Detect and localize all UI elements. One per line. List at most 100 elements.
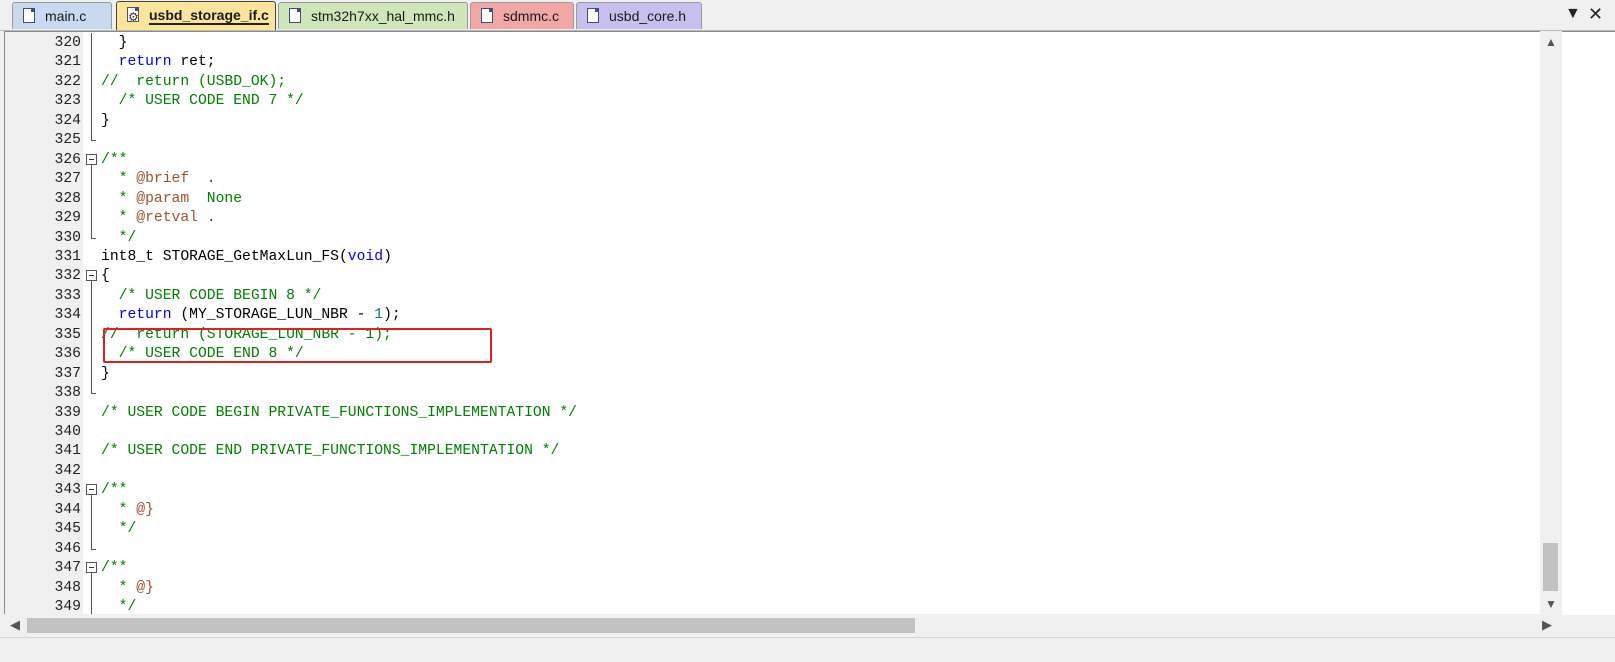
code-line[interactable]: 320 } — [5, 33, 1590, 53]
code-line[interactable]: 341 /* USER CODE END PRIVATE_FUNCTIONS_IM… — [5, 441, 1590, 461]
code-text: /* USER CODE BEGIN PRIVATE_FUNCTIONS_IMP… — [101, 403, 577, 423]
code-token: @} — [136, 579, 154, 596]
code-line[interactable]: 328 * @param None — [5, 188, 1590, 209]
line-number: 348 — [54, 579, 81, 596]
code-token: @retval — [136, 210, 198, 227]
fold-collapse-icon[interactable] — [85, 150, 99, 170]
line-number: 347 — [54, 560, 81, 577]
close-tab-icon[interactable]: ✕ — [1588, 5, 1603, 23]
line-number: 349 — [54, 599, 81, 615]
code-text: * @} — [101, 578, 154, 598]
fold-guide — [85, 461, 99, 481]
tab-label: stm32h7xx_hal_mmc.h — [311, 8, 455, 24]
horizontal-scrollbar[interactable]: ◀ ▶ — [4, 614, 1562, 636]
tab-list-dropdown-icon[interactable]: ▼ — [1565, 5, 1581, 23]
code-line[interactable]: 340 — [5, 422, 1590, 442]
line-number: 334 — [54, 307, 81, 324]
file-icon — [481, 8, 493, 23]
code-text: } — [101, 364, 110, 384]
code-line[interactable]: 322 // return (USBD_OK); — [5, 71, 1590, 92]
code-line[interactable]: 333 /* USER CODE BEGIN 8 */ — [5, 285, 1590, 306]
line-number: 336 — [54, 346, 81, 363]
code-token: ret; — [171, 54, 216, 71]
code-text: /* USER CODE END 7 */ — [101, 91, 304, 111]
code-line[interactable]: 332 { — [5, 266, 1590, 287]
code-line[interactable]: 325 — [5, 130, 1590, 150]
code-token: */ — [101, 229, 137, 246]
code-token: * — [101, 579, 137, 596]
scroll-up-arrow-icon[interactable]: ▲ — [1545, 35, 1557, 49]
tab-main-c[interactable]: main.c — [12, 2, 112, 29]
scroll-down-arrow-icon[interactable]: ▼ — [1545, 597, 1557, 611]
code-token: ) — [383, 248, 392, 265]
code-line[interactable]: 345 */ — [5, 519, 1590, 540]
code-token: } — [101, 112, 110, 129]
vertical-scroll-thumb[interactable] — [1543, 543, 1558, 591]
code-line[interactable]: 337} — [5, 363, 1590, 384]
code-line[interactable]: 321 return ret; — [5, 52, 1590, 73]
tab-usbd-storage-if-c[interactable]: ⚙ usbd_storage_if.c — [116, 1, 276, 30]
code-line[interactable]: 348 * @} — [5, 577, 1590, 598]
file-icon — [587, 8, 599, 23]
line-number: 337 — [54, 365, 81, 382]
code-text: * @param None — [101, 189, 242, 209]
code-token: /** — [101, 482, 128, 499]
code-line[interactable]: 334 return (MY_STORAGE_LUN_NBR - 1); — [5, 305, 1590, 326]
fold-guide — [85, 33, 99, 53]
code-token: */ — [101, 521, 137, 538]
line-number: 341 — [54, 443, 81, 460]
horizontal-scroll-thumb[interactable] — [27, 618, 915, 633]
tab-label: main.c — [45, 8, 87, 24]
scroll-left-arrow-icon[interactable]: ◀ — [10, 617, 20, 633]
code-token: * — [101, 171, 137, 188]
tab-stm32h7xx-hal-mmc-h[interactable]: stm32h7xx_hal_mmc.h — [278, 2, 468, 29]
line-number: 332 — [54, 268, 81, 285]
code-line[interactable]: 346 — [5, 538, 1590, 559]
code-line[interactable]: 326 /** — [5, 150, 1590, 170]
tab-sdmmc-c[interactable]: sdmmc.c — [470, 2, 574, 29]
code-line[interactable]: 327 * @brief . — [5, 169, 1590, 190]
scroll-right-arrow-icon[interactable]: ▶ — [1542, 617, 1552, 633]
code-line[interactable]: 331 int8_t STORAGE_GetMaxLun_FS(void) — [5, 247, 1590, 267]
fold-collapse-icon[interactable] — [85, 266, 99, 287]
fold-collapse-icon[interactable] — [85, 558, 99, 579]
file-icon — [23, 8, 35, 23]
code-line[interactable]: 339 /* USER CODE BEGIN PRIVATE_FUNCTIONS_… — [5, 403, 1590, 423]
code-line[interactable]: 329 * @retval . — [5, 208, 1590, 229]
code-token: /* USER CODE BEGIN 8 */ — [101, 287, 322, 304]
tab-usbd-core-h[interactable]: usbd_core.h — [576, 2, 702, 29]
code-line[interactable]: 344 * @} — [5, 499, 1590, 520]
code-text: /** — [101, 150, 127, 170]
code-line[interactable]: 324} — [5, 110, 1590, 131]
code-token: * — [101, 210, 137, 227]
fold-guide — [85, 324, 99, 345]
fold-collapse-icon[interactable] — [85, 480, 99, 501]
code-line[interactable]: 343 /** — [5, 480, 1590, 501]
code-line[interactable]: 349 */ — [5, 597, 1590, 615]
line-number: 345 — [54, 521, 81, 538]
code-line[interactable]: 330 */ — [5, 227, 1590, 248]
code-token: * — [101, 501, 137, 518]
fold-guide — [85, 285, 99, 306]
code-token: @brief — [136, 171, 190, 188]
code-line[interactable]: 342 — [5, 461, 1590, 481]
code-token: /* USER CODE END PRIVATE_FUNCTIONS_IMPLE… — [101, 443, 560, 460]
line-number: 327 — [54, 171, 81, 188]
fold-guide — [85, 363, 99, 384]
line-number: 323 — [54, 93, 81, 110]
code-token: void — [347, 248, 384, 265]
vertical-scrollbar[interactable]: ▲ ▼ — [1540, 31, 1562, 614]
fold-guide — [85, 71, 99, 92]
line-number: 322 — [54, 73, 81, 90]
code-line[interactable]: 338 — [5, 383, 1590, 403]
code-token: @param — [136, 190, 190, 207]
code-line[interactable]: 347 /** — [5, 558, 1590, 579]
code-line[interactable]: 323 /* USER CODE END 7 */ — [5, 91, 1590, 112]
fold-guide — [85, 519, 99, 540]
line-number: 346 — [54, 540, 81, 557]
code-text: { — [101, 266, 110, 286]
code-text: */ — [101, 228, 137, 248]
code-editor[interactable]: 320 } 321 return ret; 322// return (USBD_O… — [4, 31, 1615, 615]
line-number: 328 — [54, 190, 81, 207]
